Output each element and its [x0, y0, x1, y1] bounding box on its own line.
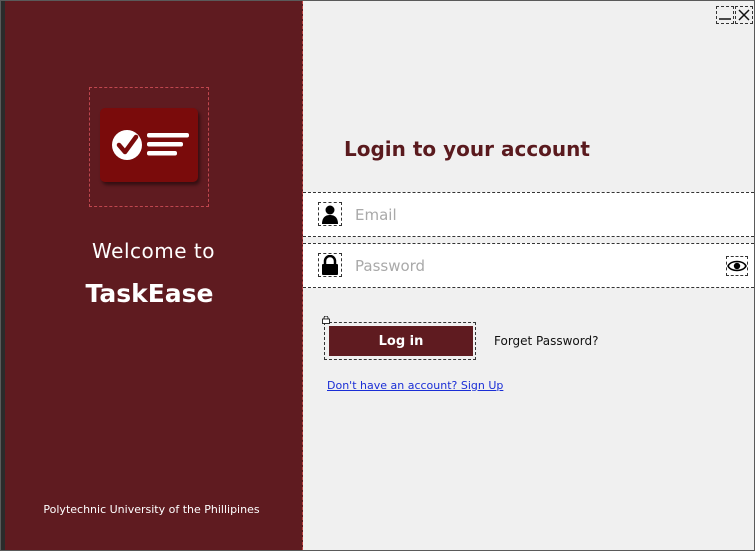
branding-panel: Welcome to TaskEase Polytechnic Universi…: [1, 1, 303, 550]
minimize-button[interactable]: [716, 6, 734, 24]
login-window: Welcome to TaskEase Polytechnic Universi…: [0, 0, 755, 551]
close-button[interactable]: [735, 6, 753, 24]
login-heading: Login to your account: [344, 137, 590, 161]
forgot-password-link[interactable]: Forget Password?: [494, 334, 598, 348]
welcome-text: Welcome to: [92, 239, 215, 263]
anchor-lock-icon: [322, 316, 330, 324]
lock-icon: [318, 253, 342, 277]
show-password-toggle[interactable]: [726, 256, 748, 276]
email-field[interactable]: [353, 200, 717, 230]
window-controls: [716, 6, 753, 24]
password-row: [303, 243, 754, 288]
minimize-icon: [719, 18, 731, 20]
eye-icon: [727, 260, 747, 272]
app-name: TaskEase: [85, 279, 214, 308]
user-icon: [318, 202, 342, 226]
university-footer: Polytechnic University of the Phillipine…: [43, 503, 260, 516]
checklist-icon: [112, 130, 189, 160]
signup-link[interactable]: Don't have an account? Sign Up: [327, 379, 503, 392]
email-row: [303, 192, 754, 237]
logo-frame: [89, 87, 209, 207]
panel-edge: [1, 1, 5, 550]
taskease-logo: [100, 108, 198, 182]
login-button[interactable]: Log in: [329, 326, 473, 356]
password-field[interactable]: [353, 251, 717, 281]
login-button-frame: Log in: [322, 316, 476, 360]
close-icon: [738, 9, 750, 21]
